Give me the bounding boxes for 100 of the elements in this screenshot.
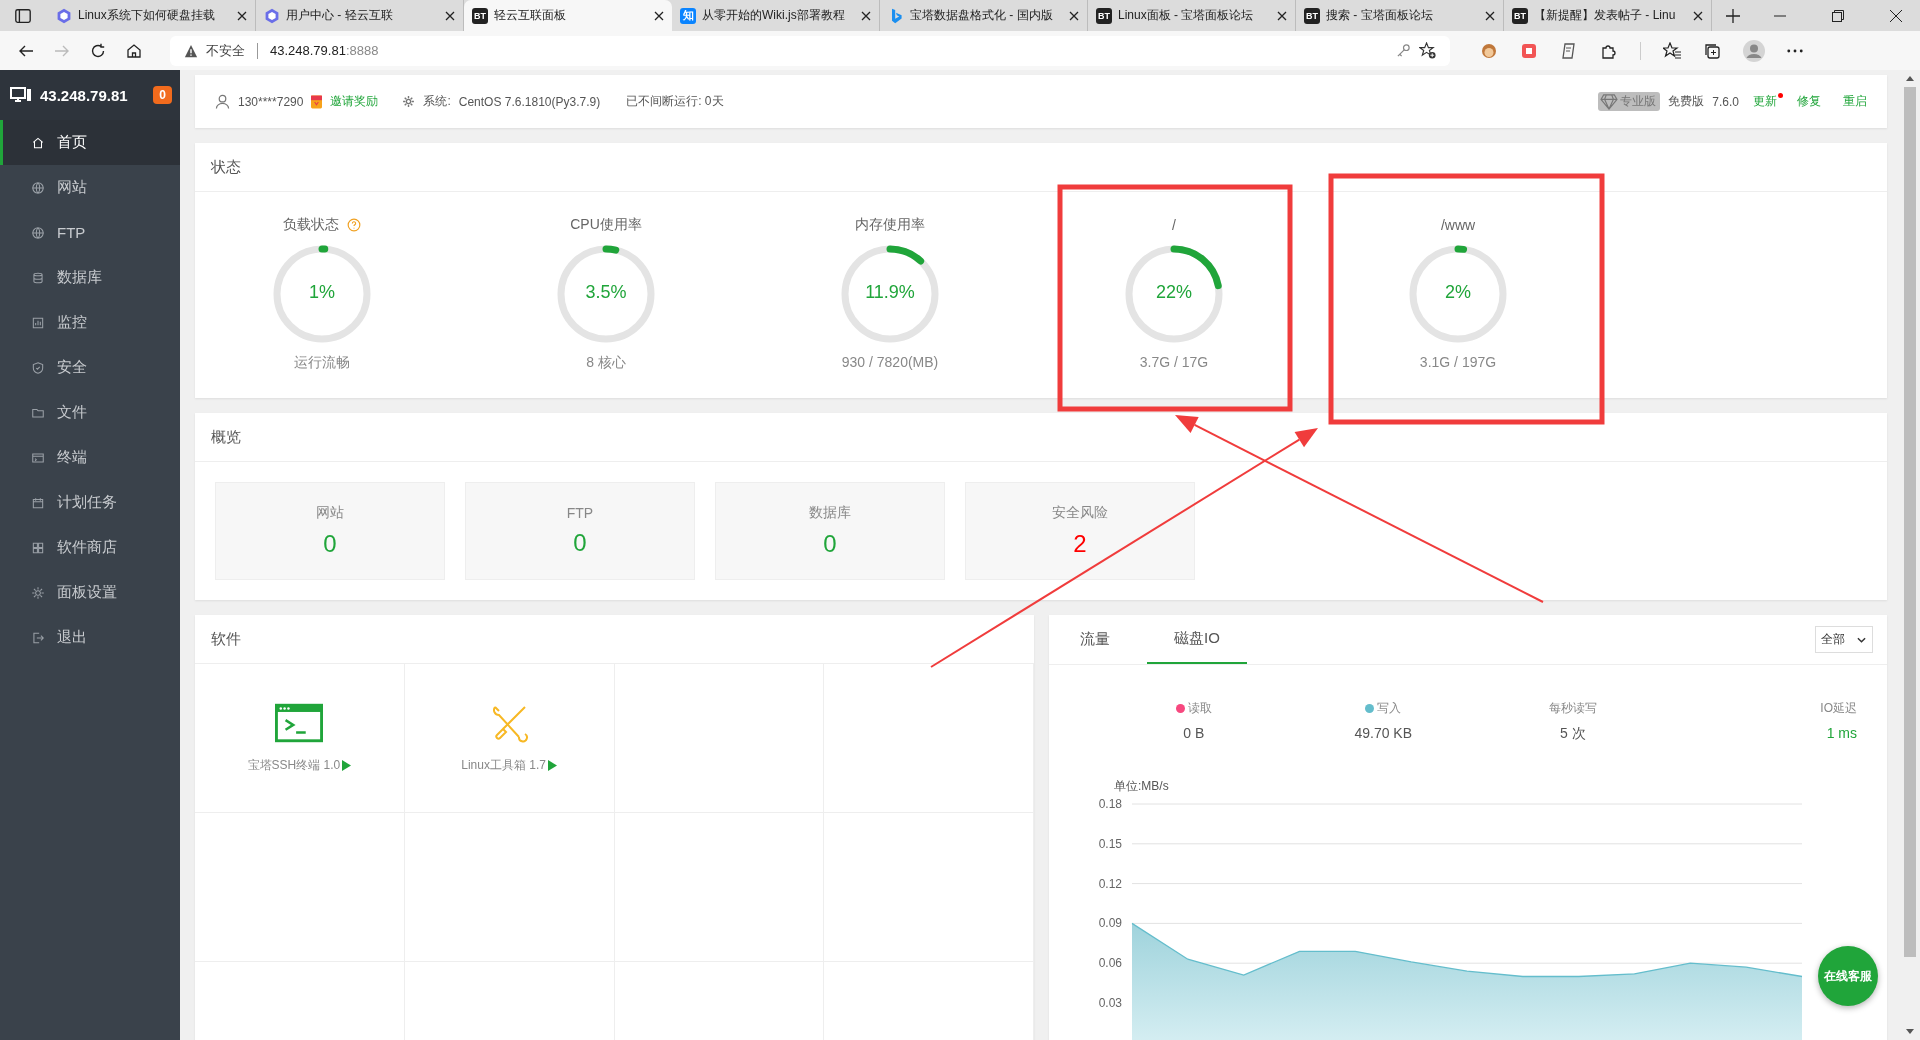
gauge-value: 22% [1155,282,1193,303]
terminal-icon [31,450,45,465]
scrollbar-thumb[interactable] [1904,87,1916,957]
security-label: 不安全 [206,41,245,60]
sidebar-item[interactable]: 网站 [0,165,180,210]
chart-tab[interactable]: 流量 [1053,615,1137,664]
scroll-down-icon[interactable] [1906,1029,1914,1034]
collections-icon[interactable] [1703,41,1721,60]
axis-tick-label: 0.09 [1098,916,1122,931]
gauge-caption: 运行流畅 [294,354,350,372]
browser-tab[interactable]: BT 轻云互联面板 [464,0,672,31]
close-icon[interactable] [1277,10,1287,21]
system-version: CentOS 7.6.1810(Py3.7.9) [458,94,601,109]
card-label: FTP [566,505,594,521]
card-value: 0 [323,530,337,558]
close-icon[interactable] [1069,10,1079,21]
card-value: 0 [573,529,587,557]
header-link[interactable]: 更新 [1753,93,1783,110]
stat-value: 5 次 [1559,725,1586,743]
close-icon[interactable] [1485,10,1495,21]
sidebar-item[interactable]: 计划任务 [0,480,180,525]
sidebar-item[interactable]: 安全 [0,345,180,390]
software-slot[interactable]: 宝塔SSH终端 1.0 [195,664,405,813]
sidebar-item[interactable]: FTP [0,210,180,255]
favorites-icon[interactable] [1663,41,1681,60]
shield-icon [31,360,45,375]
close-icon[interactable] [1890,9,1902,22]
gauge-value: 11.9% [864,282,916,303]
overview-card[interactable]: 数据库 0 [715,482,945,580]
sidebar-item[interactable]: 终端 [0,435,180,480]
sidebar-item[interactable]: 文件 [0,390,180,435]
gauge-label: /www [1440,217,1476,233]
header-link[interactable]: 重启 [1843,93,1867,110]
header-link[interactable]: 修复 [1797,93,1821,110]
avatar-icon[interactable] [1743,39,1765,62]
scroll-up-icon[interactable] [1906,76,1914,81]
gear-icon [402,95,416,108]
software-slot[interactable]: Linux工具箱 1.7 [404,664,615,813]
gift-icon [311,94,323,109]
axis-tick-label: 0.15 [1098,836,1122,851]
close-icon[interactable] [237,10,247,21]
software-name[interactable]: Linux工具箱 1.7 [461,756,557,774]
sidebar-item[interactable]: 监控 [0,300,180,345]
tab-actions-icon[interactable] [14,6,32,25]
gauge-label: 内存使用率 [855,216,925,234]
overview-card[interactable]: 安全风险 2 [965,482,1195,580]
terminal-window-icon[interactable] [275,702,324,743]
play-icon[interactable] [342,759,352,771]
gauge-caption: 8 核心 [586,354,626,372]
chart-tab[interactable]: 磁盘IO [1147,615,1247,664]
favicon: BT [1304,7,1320,24]
extension-icon[interactable] [1520,41,1538,60]
stat-label: IO延迟 [1820,700,1857,717]
chevron-down-icon [1857,636,1866,643]
reload-icon[interactable] [90,42,106,59]
axis-unit-label: 单位:MB/s [1114,778,1170,795]
grid-icon [31,540,45,555]
notification-dot [1778,93,1783,98]
server-address: 43.248.79.81 [40,86,128,104]
more-icon[interactable] [1787,48,1803,53]
calendar-icon [31,495,45,510]
section-title: 状态 [195,143,1887,192]
monkey-extension-icon[interactable] [1480,41,1498,60]
play-icon[interactable] [547,759,557,771]
disk-select[interactable]: 全部 [1815,626,1873,653]
overview-card[interactable]: 网站 0 [215,482,445,580]
card-label: 数据库 [809,504,851,522]
address-field[interactable]: 不安全 43.248.79.81:8888 [170,35,1450,66]
card-label: 网站 [316,504,344,522]
sidebar-item[interactable]: 数据库 [0,255,180,300]
home-icon[interactable] [126,42,142,59]
software-name[interactable]: 宝塔SSH终端 1.0 [247,756,352,774]
invite-link[interactable]: 邀请奖励 [330,93,379,110]
gauge-value: 3.5% [584,282,628,303]
sidebar-item[interactable]: 退出 [0,615,180,660]
sidebar-item[interactable]: 首页 [0,120,180,165]
close-icon[interactable] [654,10,664,21]
favicon: BT [472,7,488,24]
version-number: 7.6.0 [1712,94,1739,109]
url-text: 43.248.79.81:8888 [270,43,379,58]
close-icon[interactable] [445,10,455,21]
restore-icon[interactable] [1832,9,1844,22]
gear-icon [31,585,45,600]
warning-icon [184,43,198,58]
sidebar-item[interactable]: 软件商店 [0,525,180,570]
stat-label: 读取 [1187,700,1212,717]
system-label: 系统: [423,93,451,110]
stat-label: 每秒读写 [1548,700,1597,717]
star-add-icon[interactable] [1419,42,1436,59]
close-icon[interactable] [861,10,871,21]
sidebar-item[interactable]: 面板设置 [0,570,180,615]
notes-extension-icon[interactable] [1560,41,1578,60]
edition-label: 免费版 [1668,93,1705,110]
new-tab-icon[interactable] [1726,8,1740,23]
close-icon[interactable] [1693,10,1703,21]
gauge-label: CPU使用率 [570,216,642,234]
key-icon[interactable] [1396,43,1411,58]
diamond-icon [1600,93,1619,110]
overview-card[interactable]: FTP 0 [465,482,695,580]
gauge-label: / [1172,217,1176,233]
